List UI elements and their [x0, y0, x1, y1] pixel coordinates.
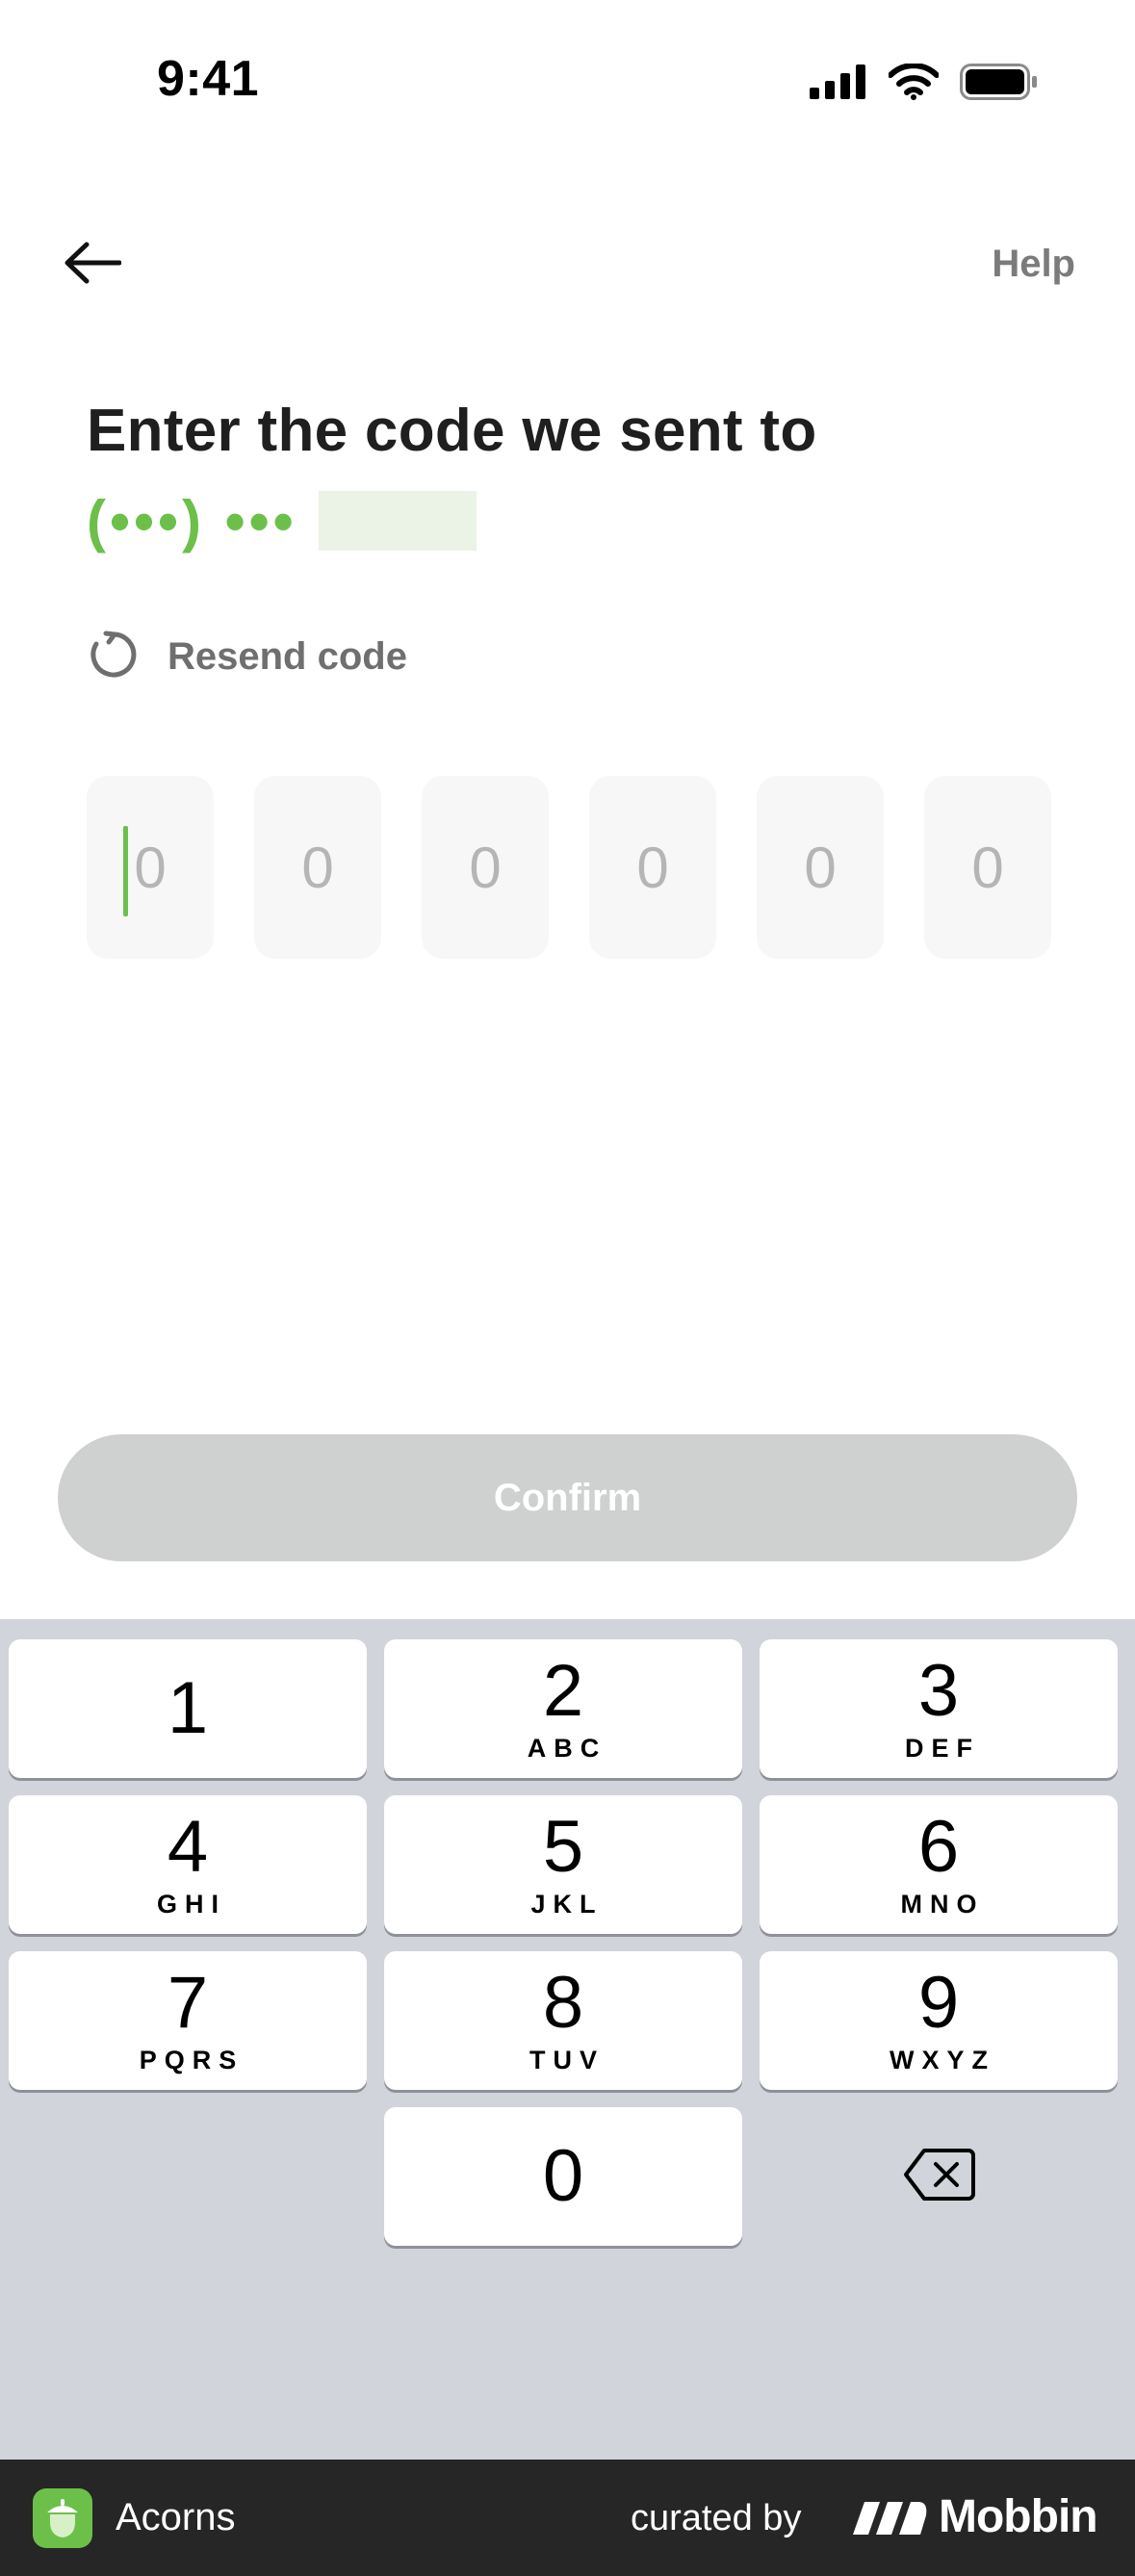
code-digit-2[interactable]: 0: [254, 776, 381, 959]
text-cursor: [123, 826, 128, 916]
key-letters: PQRS: [139, 2045, 245, 2074]
key-digit: 0: [542, 2135, 584, 2217]
key-5[interactable]: 5 JKL: [384, 1795, 742, 1934]
footer-bar: Acorns curated by Mobbin: [0, 2460, 1135, 2576]
key-0[interactable]: 0: [384, 2107, 742, 2246]
code-digit-6[interactable]: 0: [924, 776, 1051, 959]
code-digit-placeholder: 0: [469, 835, 502, 900]
cellular-signal-icon: [810, 64, 867, 104]
resend-code-button[interactable]: Resend code: [87, 626, 407, 687]
key-letters: ABC: [527, 1733, 607, 1763]
key-digit: 3: [917, 1649, 960, 1732]
key-digit: 8: [542, 1961, 584, 2044]
key-8[interactable]: 8 TUV: [384, 1951, 742, 2090]
help-link[interactable]: Help: [992, 243, 1075, 286]
code-digit-4[interactable]: 0: [589, 776, 716, 959]
key-6[interactable]: 6 MNO: [760, 1795, 1118, 1934]
top-nav: Help: [0, 221, 1135, 308]
key-digit: 6: [917, 1805, 960, 1888]
footer-app-name: Acorns: [116, 2496, 236, 2538]
code-digit-3[interactable]: 0: [422, 776, 549, 959]
status-bar: 9:41: [0, 0, 1135, 164]
confirm-button[interactable]: Confirm: [58, 1434, 1077, 1561]
page-title: Enter the code we sent to: [87, 398, 817, 464]
key-digit: 1: [167, 1667, 209, 1749]
phone-redacted-block: [318, 491, 477, 551]
acorns-app-icon: [33, 2488, 92, 2548]
wifi-icon: [888, 63, 940, 105]
code-digit-placeholder: 0: [134, 835, 167, 900]
code-digit-placeholder: 0: [636, 835, 669, 900]
key-4[interactable]: 4 GHI: [9, 1795, 367, 1934]
footer-brand: Mobbin: [939, 2491, 1098, 2542]
arrow-left-icon: [64, 242, 122, 289]
key-digit: 4: [167, 1805, 209, 1888]
refresh-icon: [87, 628, 141, 686]
phone-number: (•••) •••: [87, 487, 477, 554]
phone-masked: (•••) •••: [87, 488, 297, 554]
code-digit-placeholder: 0: [804, 835, 837, 900]
key-9[interactable]: 9 WXYZ: [760, 1951, 1118, 2090]
resend-code-label: Resend code: [168, 634, 407, 678]
key-digit: 9: [917, 1961, 960, 2044]
backspace-icon: [903, 2147, 976, 2207]
key-letters: JKL: [530, 1889, 604, 1919]
key-letters: GHI: [156, 1889, 226, 1919]
footer-curated-by: curated by: [631, 2498, 802, 2538]
key-digit: 7: [167, 1961, 209, 2044]
code-digit-placeholder: 0: [301, 835, 334, 900]
code-digit-placeholder: 0: [971, 835, 1004, 900]
key-7[interactable]: 7 PQRS: [9, 1951, 367, 2090]
mobbin-logo-icon: [853, 2502, 927, 2535]
key-1[interactable]: 1: [9, 1639, 367, 1778]
code-digit-5[interactable]: 0: [757, 776, 884, 959]
key-3[interactable]: 3 DEF: [760, 1639, 1118, 1778]
key-letters: DEF: [905, 1733, 980, 1763]
delete-key[interactable]: [761, 2107, 1119, 2246]
key-2[interactable]: 2 ABC: [384, 1639, 742, 1778]
key-letters: MNO: [900, 1889, 985, 1919]
code-input-row: 0 0 0 0 0 0: [87, 776, 1051, 959]
battery-icon: [960, 64, 1039, 105]
key-letters: TUV: [529, 2045, 605, 2074]
back-button[interactable]: [58, 235, 127, 295]
key-letters: WXYZ: [890, 2045, 995, 2074]
key-digit: 5: [542, 1805, 584, 1888]
code-digit-1[interactable]: 0: [87, 776, 214, 959]
status-icons: [810, 63, 1039, 105]
key-digit: 2: [542, 1649, 584, 1732]
status-time: 9:41: [157, 51, 260, 107]
